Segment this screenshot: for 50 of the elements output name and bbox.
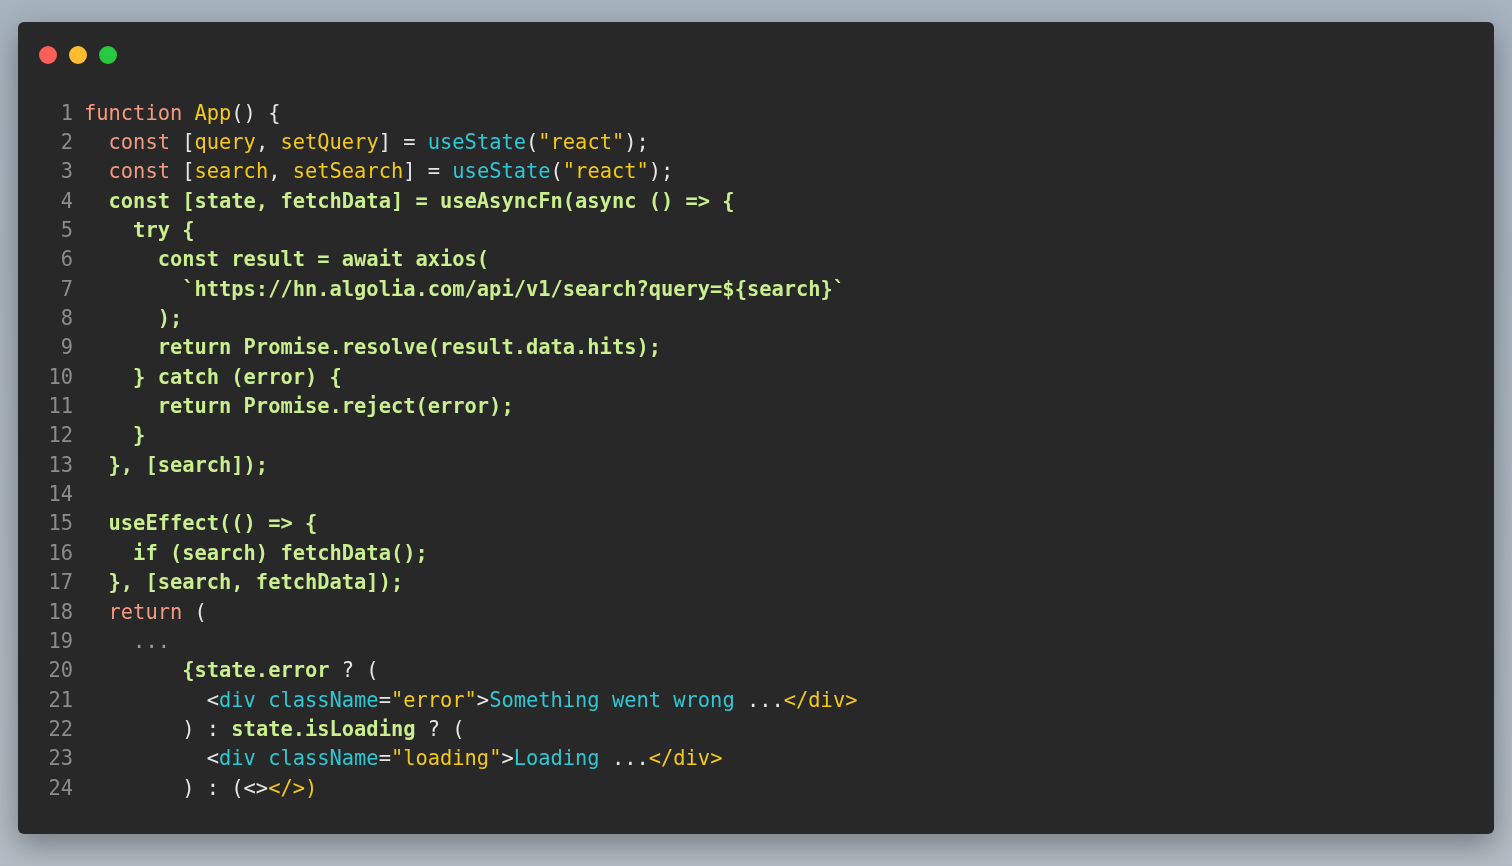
line-number: 10: [47, 364, 74, 389]
code-line: } catch (error) {: [132, 364, 342, 389]
code-line: useEffect(() => {: [107, 511, 318, 536]
maximize-button[interactable]: [99, 46, 117, 64]
line-number: 20: [47, 658, 74, 683]
line-number: 19: [47, 628, 74, 653]
line-number: 7: [59, 276, 74, 301]
code-line: }, [search, fetchData]);: [107, 570, 404, 595]
line-number: 9: [59, 335, 74, 360]
code-line: const [search, setSearch] = useState("react");: [107, 159, 674, 184]
line-number: 4: [59, 188, 74, 213]
line-number: 11: [47, 394, 74, 419]
line-number: 21: [47, 687, 74, 712]
line-number: 17: [47, 570, 74, 595]
line-number: 13: [47, 452, 74, 477]
code-line: }, [search]);: [107, 452, 269, 477]
line-number: 24: [47, 775, 74, 800]
line-number: 6: [59, 247, 74, 272]
line-number: 14: [47, 482, 74, 507]
line-number: 3: [59, 159, 74, 184]
line-number: 5: [59, 218, 74, 243]
line-number: 12: [47, 423, 74, 448]
code-line: ) : (<></>): [181, 775, 318, 800]
code-line: ...: [132, 628, 170, 653]
line-number: 23: [47, 746, 74, 771]
code-line: );: [156, 306, 183, 331]
code-line: {state.error ? (: [181, 658, 379, 683]
code-line: <div className="loading">Loading ...</div>: [205, 746, 723, 771]
line-number: 18: [47, 599, 74, 624]
code-line: function App() {: [84, 100, 281, 125]
code-line: const [state, fetchData] = useAsyncFn(async () => {: [107, 188, 735, 213]
line-number: 8: [59, 306, 74, 331]
line-number: 1: [59, 100, 74, 125]
line-number: 16: [47, 540, 74, 565]
code-line: ) : state.isLoading ? (: [181, 716, 465, 741]
code-line: return (: [107, 599, 207, 624]
code-line: return Promise.resolve(result.data.hits);: [156, 335, 661, 360]
line-number: 15: [47, 511, 74, 536]
minimize-button[interactable]: [69, 46, 87, 64]
code-line: <div className="error">Something went wrong ...</div>: [205, 687, 858, 712]
code-line: try {: [132, 218, 195, 243]
code-line: const [query, setQuery] = useState("react");: [107, 130, 649, 154]
code-line: `https://hn.algolia.com/api/v1/search?query=${search}`: [181, 276, 846, 301]
code-line: return Promise.reject(error);: [156, 394, 514, 419]
close-button[interactable]: [39, 46, 57, 64]
code-line: const result = await axios(: [156, 247, 490, 272]
code-line: if (search) fetchData();: [132, 540, 428, 565]
line-number: 22: [47, 716, 74, 741]
line-number: 2: [59, 130, 74, 154]
code-line: }: [132, 423, 146, 448]
